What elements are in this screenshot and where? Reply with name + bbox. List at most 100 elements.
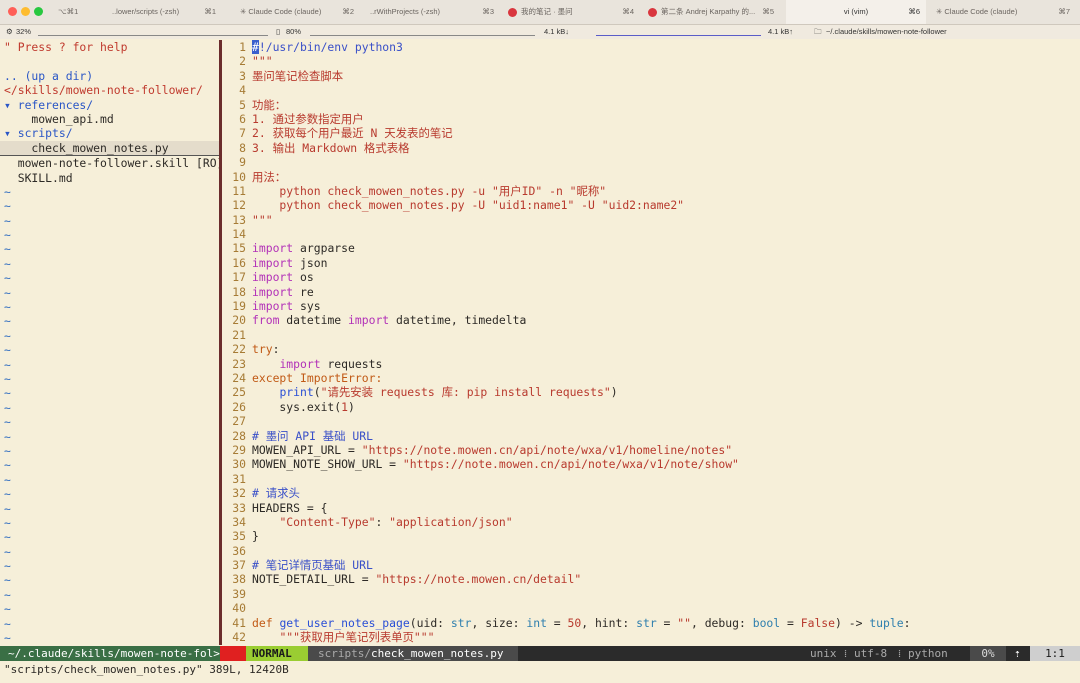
code-token: def — [252, 615, 273, 630]
code-line[interactable]: 25 print("请先安装 requests 库: pip install r… — [222, 385, 1080, 399]
code-line[interactable]: 10 用法： — [222, 170, 1080, 184]
maximize-window-button[interactable] — [34, 7, 43, 16]
code-token: print — [279, 385, 314, 400]
tab-7[interactable]: ✳ Claude Code (claude) ⌘7 — [936, 0, 1076, 24]
line-number: 21 — [232, 327, 246, 342]
tab-3[interactable]: ..rWithProjects (-zsh) ⌘3 — [370, 0, 500, 24]
line-number: 9 — [239, 155, 246, 170]
code-line[interactable]: 7 2. 获取每个用户最近 N 天发表的笔记 — [222, 126, 1080, 140]
code-token: } — [252, 529, 259, 544]
empty-line-marker: ~ — [4, 213, 11, 228]
editor-pane[interactable]: 1 #!/usr/bin/env python3 2 """ 3 墨问笔记检查脚本 4 5 功能… — [222, 40, 1080, 645]
code-line[interactable]: 27 — [222, 414, 1080, 428]
memory-usage: 80% — [286, 27, 302, 36]
code-line[interactable]: 12 python check_mowen_notes.py -U "uid1:… — [222, 198, 1080, 212]
tab-0[interactable]: ⌥⌘1 — [58, 0, 102, 24]
code-token: = — [656, 615, 678, 630]
code-line[interactable]: 33 HEADERS = { — [222, 501, 1080, 515]
tab-5[interactable]: 第二条 Andrej Karpathy 的... ⌘5 — [648, 0, 780, 24]
code-token: (uid: — [409, 615, 451, 630]
code-line[interactable]: 26 sys.exit(1) — [222, 400, 1080, 414]
code-line[interactable]: 18 import re — [222, 285, 1080, 299]
code-line[interactable]: 9 — [222, 155, 1080, 169]
code-line[interactable]: 16 import json — [222, 256, 1080, 270]
code-line[interactable]: 41 def get_user_notes_page(uid: str, size… — [222, 616, 1080, 630]
close-window-button[interactable] — [8, 7, 17, 16]
code-line[interactable]: 4 — [222, 83, 1080, 97]
code-line[interactable]: 32 # 请求头 — [222, 486, 1080, 500]
code-line[interactable]: 31 — [222, 472, 1080, 486]
code-line[interactable]: 21 — [222, 328, 1080, 342]
tab-2[interactable]: ✳ Claude Code (claude) ⌘2 — [240, 0, 360, 24]
tab-4[interactable]: 我的笔记 · 墨问 ⌘4 — [508, 0, 640, 24]
code-line[interactable]: 28 # 墨问 API 基础 URL — [222, 429, 1080, 443]
code-line[interactable]: 38 NOTE_DETAIL_URL = "https://note.mowen.… — [222, 572, 1080, 586]
code-line[interactable]: 1 #!/usr/bin/env python3 — [222, 40, 1080, 54]
minimize-window-button[interactable] — [21, 7, 30, 16]
line-number: 16 — [232, 255, 246, 270]
code-line[interactable]: 42 """获取用户笔记列表单页""" — [222, 630, 1080, 644]
code-line[interactable]: 17 import os — [222, 270, 1080, 284]
code-line[interactable]: 14 — [222, 227, 1080, 241]
tab-label: ..rWithProjects (-zsh) — [370, 7, 441, 16]
network-up: 4.1 kB↑ — [768, 27, 794, 36]
tree-item[interactable]: mowen_api.md — [0, 112, 219, 126]
code-line[interactable]: 23 import requests — [222, 357, 1080, 371]
code-line[interactable]: 30 MOWEN_NOTE_SHOW_URL = "https://note.mo… — [222, 457, 1080, 471]
code-line[interactable]: 3 墨问笔记检查脚本 — [222, 69, 1080, 83]
code-line[interactable]: 15 import argparse — [222, 241, 1080, 255]
tab-1[interactable]: ..lower/scripts (-zsh) ⌘1 — [112, 0, 222, 24]
code-line[interactable]: 8 3. 输出 Markdown 格式表格 — [222, 141, 1080, 155]
code-line[interactable]: 29 MOWEN_API_URL = "https://note.mowen.cn… — [222, 443, 1080, 457]
code-token: NOTE_DETAIL_URL = — [252, 572, 376, 587]
empty-line-marker: ~ — [4, 415, 11, 430]
code-token: argparse — [293, 241, 355, 256]
line-number: 35 — [232, 529, 246, 544]
code-line[interactable]: 2 """ — [222, 54, 1080, 68]
code-token: "https://note.mowen.cn/detail" — [375, 572, 582, 587]
code-token: import — [252, 299, 294, 314]
tree-item[interactable]: mowen-note-follower.skill [RO] — [0, 156, 224, 170]
tree-item[interactable]: ▾ references/ — [0, 98, 219, 112]
code-line[interactable]: 40 — [222, 601, 1080, 615]
code-line[interactable]: 13 """ — [222, 213, 1080, 227]
code-line[interactable]: 22 try: — [222, 342, 1080, 356]
command-line: "scripts/check_mowen_notes.py" 389L, 124… — [4, 663, 289, 676]
code-line[interactable]: 5 功能： — [222, 98, 1080, 112]
code-token: ) — [348, 399, 355, 414]
code-token: ImportError: — [293, 370, 383, 385]
code-line[interactable]: 34 "Content-Type": "application/json" — [222, 515, 1080, 529]
tree-item[interactable]: .. (up a dir) — [0, 69, 219, 83]
code-line[interactable]: 19 import sys — [222, 299, 1080, 313]
code-line[interactable]: 20 from datetime import datetime, timedel… — [222, 313, 1080, 327]
code-line[interactable]: 35} — [222, 529, 1080, 543]
tree-item[interactable]: </skills/mowen-note-follower/ — [0, 83, 219, 97]
code-token: : — [903, 615, 911, 630]
line-number: 25 — [232, 385, 246, 400]
empty-line-marker: ~ — [4, 573, 11, 588]
tree-item[interactable]: " Press ? for help — [0, 40, 219, 54]
tree-item[interactable]: ▾ scripts/ — [0, 126, 219, 140]
cpu-icon: ⚙ — [6, 27, 13, 36]
code-token: , debug: — [690, 615, 753, 630]
file-tree-pane[interactable]: " Press ? for help .. (up a dir) </skills/… — [0, 40, 224, 645]
cpu-sparkline — [38, 29, 268, 36]
code-line[interactable]: 39 — [222, 587, 1080, 601]
code-token: "https://note.mowen.cn/api/note/wxa/v1/n… — [402, 457, 739, 472]
code-line[interactable]: 11 python check_mowen_notes.py -u "用户ID"… — [222, 184, 1080, 198]
code-line[interactable]: 6 1. 通过参数指定用户 — [222, 112, 1080, 126]
tab-6-active[interactable]: vi (vim) ⌘6 — [786, 0, 926, 24]
code-token: except — [252, 370, 294, 385]
line-number: 38 — [232, 572, 246, 587]
line-number: 42 — [232, 630, 246, 645]
code-line[interactable]: 36 — [222, 544, 1080, 558]
code-token: re — [293, 284, 314, 299]
code-line[interactable]: 37 # 笔记详情页基础 URL — [222, 558, 1080, 572]
tree-item[interactable]: SKILL.md — [0, 171, 219, 185]
code-line[interactable]: 24 except ImportError: — [222, 371, 1080, 385]
tree-item-selected[interactable]: check_mowen_notes.py — [0, 140, 219, 157]
empty-line-marker: ~ — [4, 559, 11, 574]
tree-item[interactable] — [0, 54, 219, 68]
code-token: import — [252, 241, 294, 256]
